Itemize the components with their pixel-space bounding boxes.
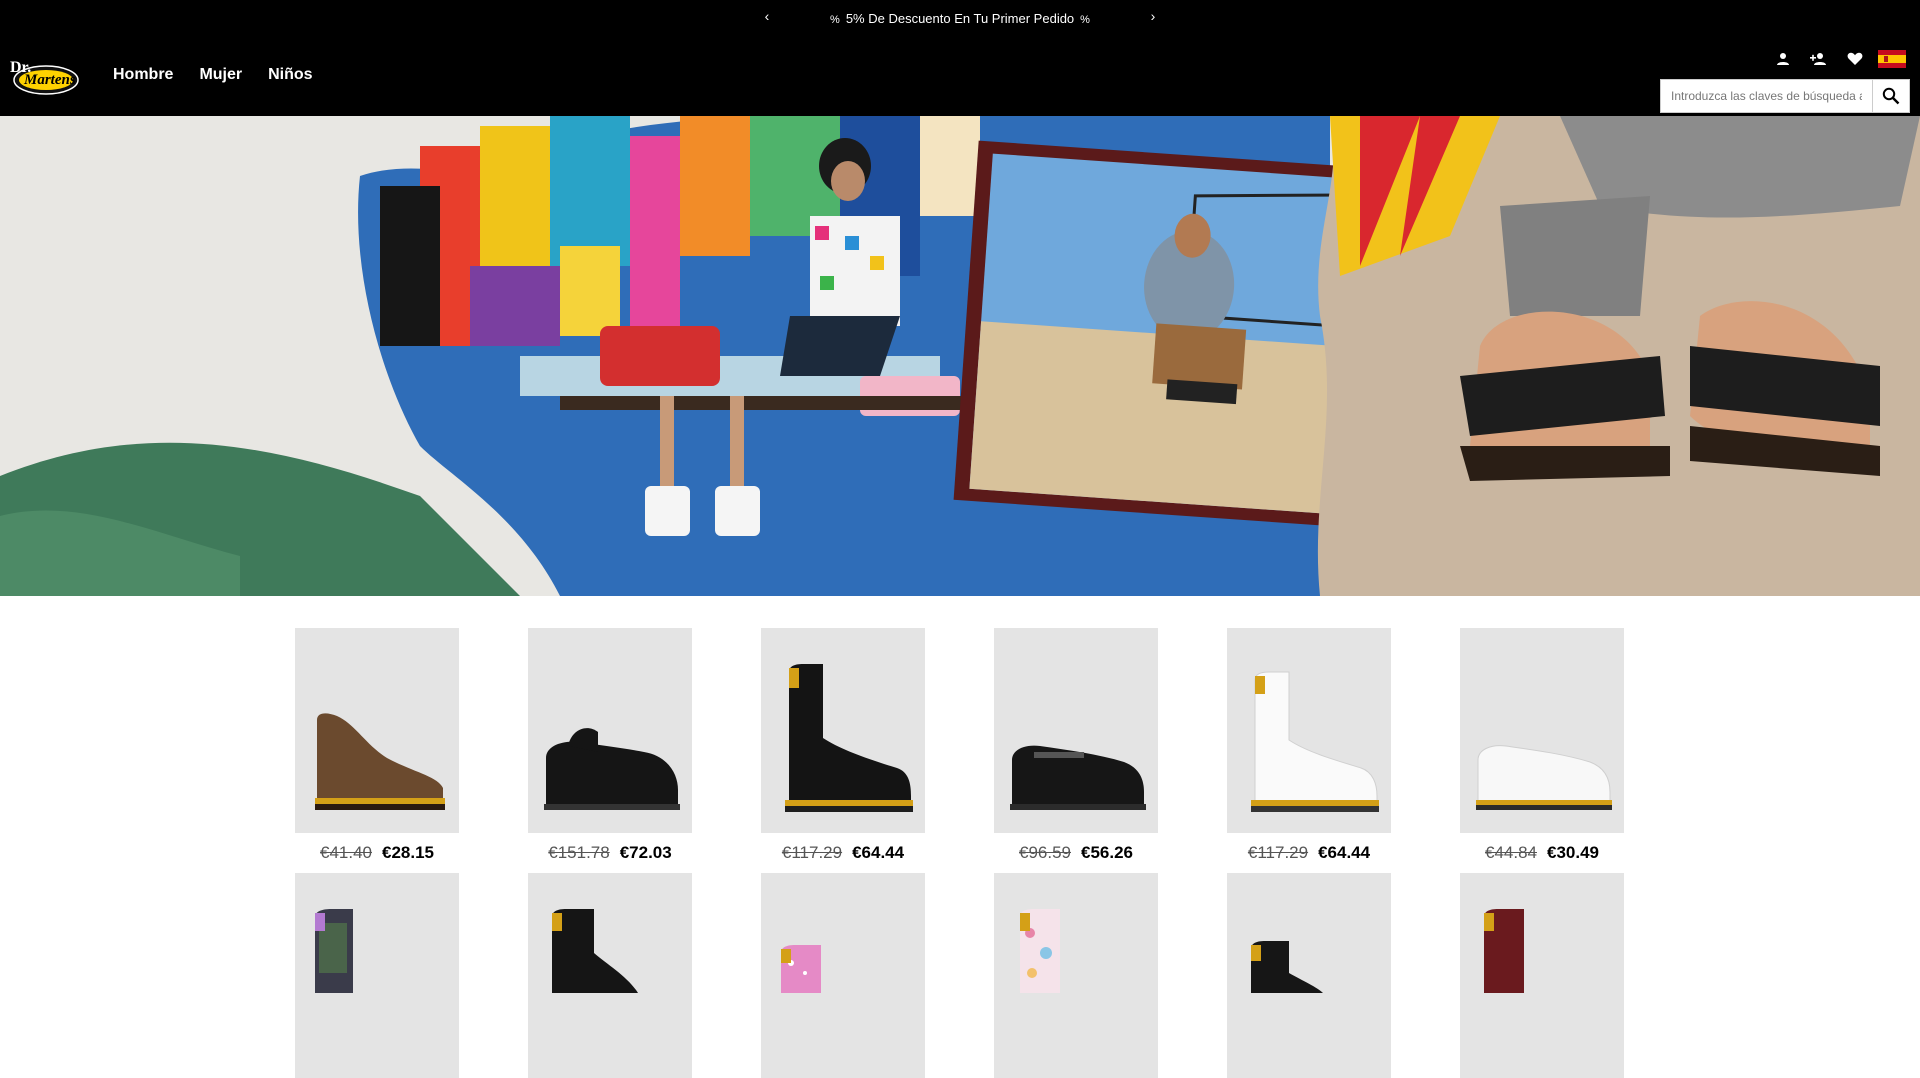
- search-input[interactable]: [1660, 79, 1873, 113]
- sale-price: €64.44: [1318, 843, 1371, 862]
- product-card[interactable]: €117.29 €64.44: [1227, 628, 1391, 863]
- product-image[interactable]: [528, 628, 692, 833]
- nav-hombre[interactable]: Hombre: [113, 66, 173, 84]
- price: €44.84 €30.49: [1460, 843, 1624, 863]
- sale-price: €64.44: [852, 843, 905, 862]
- product-image[interactable]: [761, 873, 925, 1078]
- product-card[interactable]: €41.40 €28.15: [295, 628, 459, 863]
- product-card[interactable]: €44.84 €30.49: [1460, 628, 1624, 863]
- product-card[interactable]: [994, 873, 1158, 1078]
- product-image[interactable]: [528, 873, 692, 1078]
- original-price: €41.40: [320, 843, 372, 862]
- original-price: €117.29: [781, 843, 843, 862]
- product-card[interactable]: €96.59 €56.26: [994, 628, 1158, 863]
- product-image[interactable]: [295, 873, 459, 1078]
- product-image[interactable]: [994, 628, 1158, 833]
- main-nav: Hombre Mujer Niños: [113, 66, 339, 84]
- svg-text:Martens: Martens: [23, 72, 76, 88]
- heart-icon[interactable]: [1844, 48, 1866, 70]
- product-grid: €41.40 €28.15 €151.78 €72.03 €117.29 €64.44: [0, 596, 1920, 1078]
- discount-tag-icon: %: [1080, 14, 1090, 26]
- user-icon[interactable]: [1772, 48, 1794, 70]
- product-card[interactable]: [1460, 873, 1624, 1078]
- product-card[interactable]: [295, 873, 459, 1078]
- search-bar: [1660, 79, 1910, 113]
- price: €96.59 €56.26: [994, 843, 1158, 863]
- announcement-message[interactable]: % 5% De Descuento En Tu Primer Pedido%: [800, 11, 1120, 26]
- original-price: €44.84: [1485, 843, 1537, 862]
- product-card[interactable]: €151.78 €72.03: [528, 628, 692, 863]
- dr-martens-logo[interactable]: Dr. Martens: [8, 54, 82, 98]
- product-image[interactable]: [1460, 628, 1624, 833]
- search-button[interactable]: [1873, 79, 1910, 113]
- nav-mujer[interactable]: Mujer: [199, 66, 242, 84]
- announcement-text: 5% De Descuento En Tu Primer Pedido: [845, 11, 1075, 26]
- original-price: €151.78: [548, 843, 610, 862]
- hero-banner[interactable]: [0, 116, 1920, 596]
- announcement-next-arrow[interactable]: ›: [1146, 8, 1160, 24]
- discount-tag-icon: %: [830, 14, 840, 26]
- product-image[interactable]: [1227, 628, 1391, 833]
- price: €151.78 €72.03: [528, 843, 692, 863]
- sale-price: €56.26: [1081, 843, 1133, 862]
- spain-flag-icon[interactable]: [1878, 50, 1906, 68]
- sale-price: €30.49: [1547, 843, 1599, 862]
- sale-price: €72.03: [619, 843, 672, 862]
- product-card[interactable]: [528, 873, 692, 1078]
- site-header: Dr. Martens Hombre Mujer Niños: [0, 36, 1920, 116]
- product-image[interactable]: [295, 628, 459, 833]
- price: €117.29 €64.44: [761, 843, 925, 863]
- sale-price: €28.15: [382, 843, 434, 862]
- header-icons: [1758, 48, 1906, 70]
- product-image[interactable]: [994, 873, 1158, 1078]
- announcement-prev-arrow[interactable]: ‹: [760, 8, 774, 24]
- product-image[interactable]: [761, 628, 925, 833]
- product-card[interactable]: [1227, 873, 1391, 1078]
- product-card[interactable]: [761, 873, 925, 1078]
- product-image[interactable]: [1227, 873, 1391, 1078]
- add-user-icon[interactable]: [1808, 48, 1830, 70]
- price: €41.40 €28.15: [295, 843, 459, 863]
- original-price: €117.29: [1247, 843, 1309, 862]
- product-card[interactable]: €117.29 €64.44: [761, 628, 925, 863]
- announcement-bar: ‹ % 5% De Descuento En Tu Primer Pedido% …: [0, 0, 1920, 36]
- product-image[interactable]: [1460, 873, 1624, 1078]
- nav-ninos[interactable]: Niños: [268, 66, 312, 84]
- price: €117.29 €64.44: [1227, 843, 1391, 863]
- original-price: €96.59: [1019, 843, 1071, 862]
- search-icon: [1882, 87, 1900, 105]
